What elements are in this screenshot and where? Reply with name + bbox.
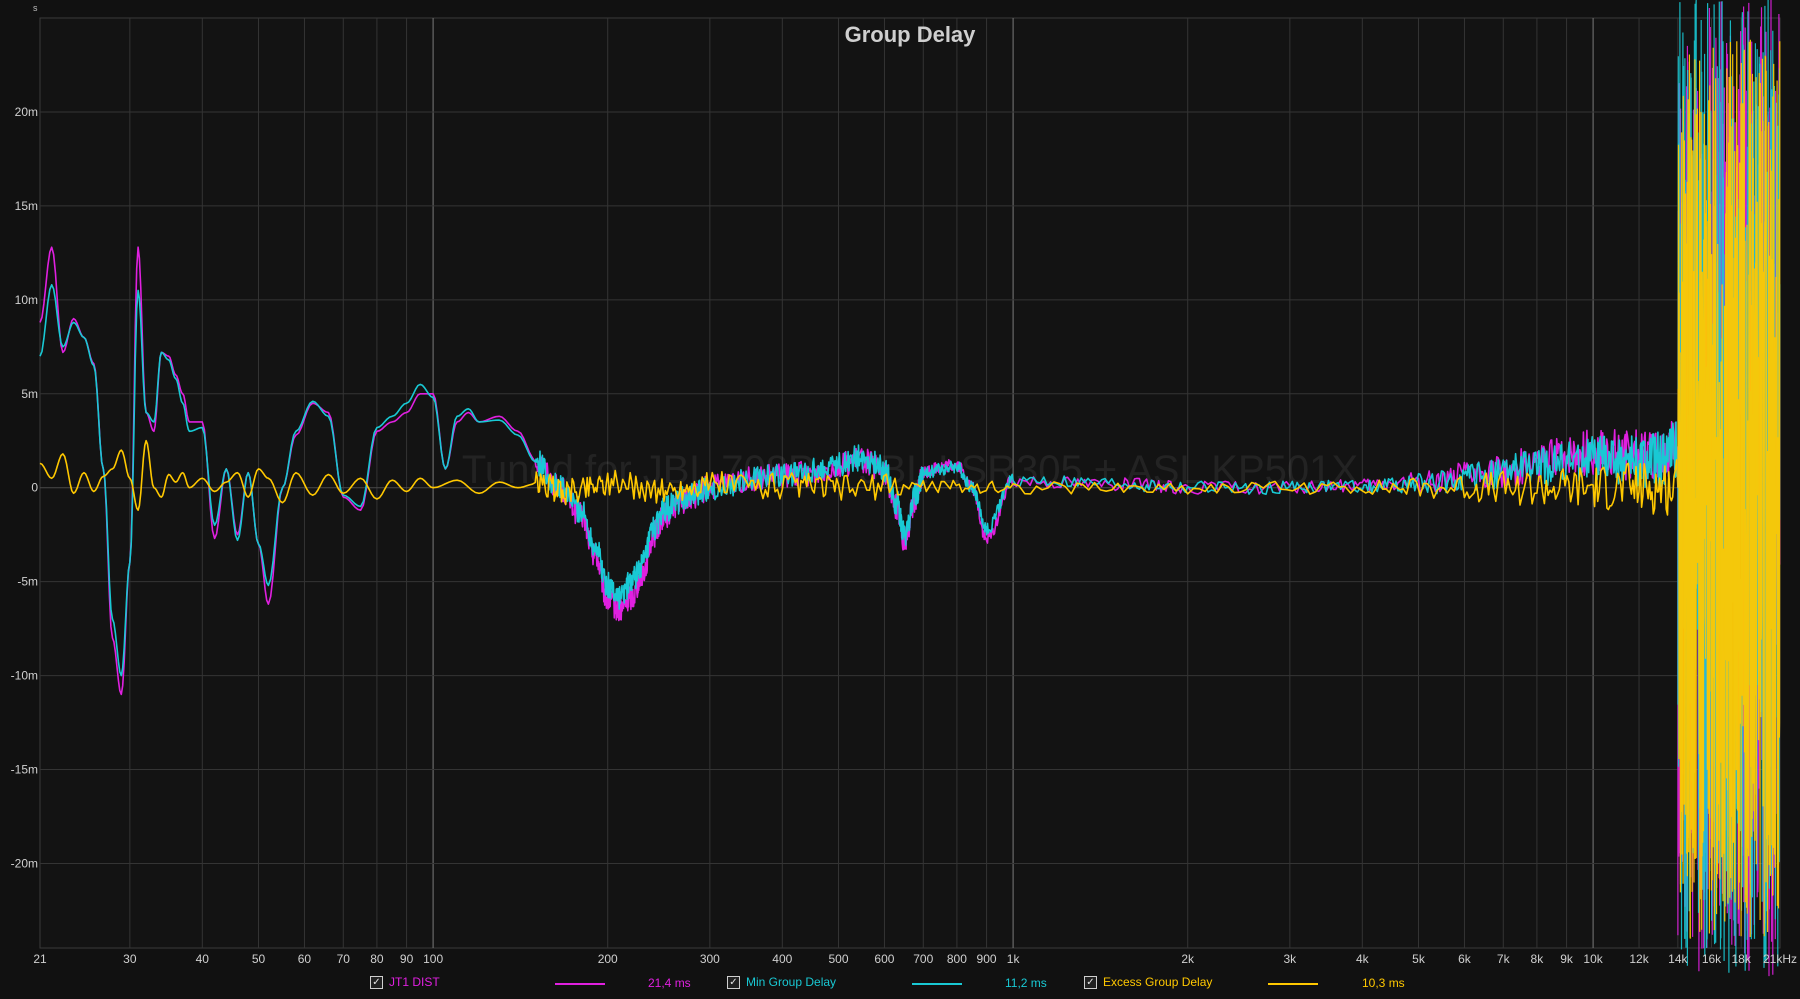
legend-swatch-min-group-delay bbox=[912, 983, 962, 985]
x-tick-label: 2k bbox=[1181, 952, 1195, 966]
x-tick-label: 900 bbox=[977, 952, 997, 966]
x-tick-label: 100 bbox=[423, 952, 443, 966]
x-tick-label: 500 bbox=[828, 952, 848, 966]
x-tick-label: 700 bbox=[913, 952, 933, 966]
x-tick-label: 12k bbox=[1629, 952, 1649, 966]
legend-item-jt1-dist[interactable]: ✓ JT1 DIST bbox=[370, 975, 440, 989]
y-tick-label: -15m bbox=[11, 763, 38, 777]
x-tick-label: 21kHz bbox=[1763, 952, 1797, 966]
legend-item-min-group-delay[interactable]: ✓ Min Group Delay bbox=[727, 975, 836, 989]
y-tick-label: 5m bbox=[21, 387, 38, 401]
x-tick-label: 5k bbox=[1412, 952, 1426, 966]
legend-checkbox-excess-group-delay[interactable]: ✓ bbox=[1084, 975, 1097, 989]
x-tick-label: 200 bbox=[598, 952, 618, 966]
legend-checkbox-min-group-delay[interactable]: ✓ bbox=[727, 975, 740, 989]
legend-value-jt1-dist: 21,4 ms bbox=[648, 976, 691, 990]
x-tick-label: 16k bbox=[1702, 952, 1722, 966]
legend-label-min-group-delay: Min Group Delay bbox=[746, 975, 837, 989]
chart-title: Group Delay bbox=[845, 22, 977, 47]
legend-swatch-excess-group-delay bbox=[1268, 983, 1318, 985]
legend-label-excess-group-delay: Excess Group Delay bbox=[1103, 975, 1213, 989]
chart-legend: ✓ JT1 DIST 21,4 ms ✓ Min Group Delay 11,… bbox=[0, 975, 1800, 995]
x-tick-label: 8k bbox=[1531, 952, 1545, 966]
x-tick-label: 50 bbox=[252, 952, 266, 966]
x-tick-label: 4k bbox=[1356, 952, 1370, 966]
x-tick-label: 800 bbox=[947, 952, 967, 966]
x-tick-label: 90 bbox=[400, 952, 414, 966]
x-tick-label: 40 bbox=[196, 952, 210, 966]
y-tick-label: -10m bbox=[11, 669, 38, 683]
x-tick-label: 10k bbox=[1583, 952, 1603, 966]
x-tick-label: 7k bbox=[1497, 952, 1511, 966]
x-tick-label: 9k bbox=[1560, 952, 1574, 966]
legend-value-min-group-delay: 11,2 ms bbox=[1005, 976, 1047, 990]
legend-item-excess-group-delay[interactable]: ✓ Excess Group Delay bbox=[1084, 975, 1212, 989]
x-tick-label: 300 bbox=[700, 952, 720, 966]
x-tick-label: 6k bbox=[1458, 952, 1472, 966]
group-delay-chart: Tuned for JBL 708P + JBL LSR305 + ASL KP… bbox=[0, 0, 1800, 999]
y-axis-unit-label: s bbox=[33, 3, 38, 13]
y-tick-label: 0 bbox=[31, 481, 38, 495]
y-tick-label: 10m bbox=[15, 293, 38, 307]
legend-checkbox-jt1-dist[interactable]: ✓ bbox=[370, 975, 383, 989]
x-tick-label: 70 bbox=[337, 952, 351, 966]
x-tick-label: 14k bbox=[1668, 952, 1688, 966]
x-tick-label: 600 bbox=[874, 952, 894, 966]
x-tick-label: 80 bbox=[370, 952, 384, 966]
x-tick-label: 3k bbox=[1283, 952, 1297, 966]
y-tick-label: 20m bbox=[15, 105, 38, 119]
legend-label-jt1-dist: JT1 DIST bbox=[389, 975, 440, 989]
x-tick-label: 60 bbox=[298, 952, 312, 966]
y-tick-label: 15m bbox=[15, 199, 38, 213]
legend-value-excess-group-delay: 10,3 ms bbox=[1362, 976, 1405, 990]
x-tick-label: 21 bbox=[33, 952, 47, 966]
legend-swatch-jt1-dist bbox=[555, 983, 605, 985]
x-tick-label: 30 bbox=[123, 952, 137, 966]
x-tick-label: 1k bbox=[1007, 952, 1021, 966]
x-tick-label: 18k bbox=[1731, 952, 1751, 966]
y-tick-label: -5m bbox=[17, 575, 38, 589]
y-tick-label: -20m bbox=[11, 856, 38, 870]
x-tick-label: 400 bbox=[772, 952, 792, 966]
